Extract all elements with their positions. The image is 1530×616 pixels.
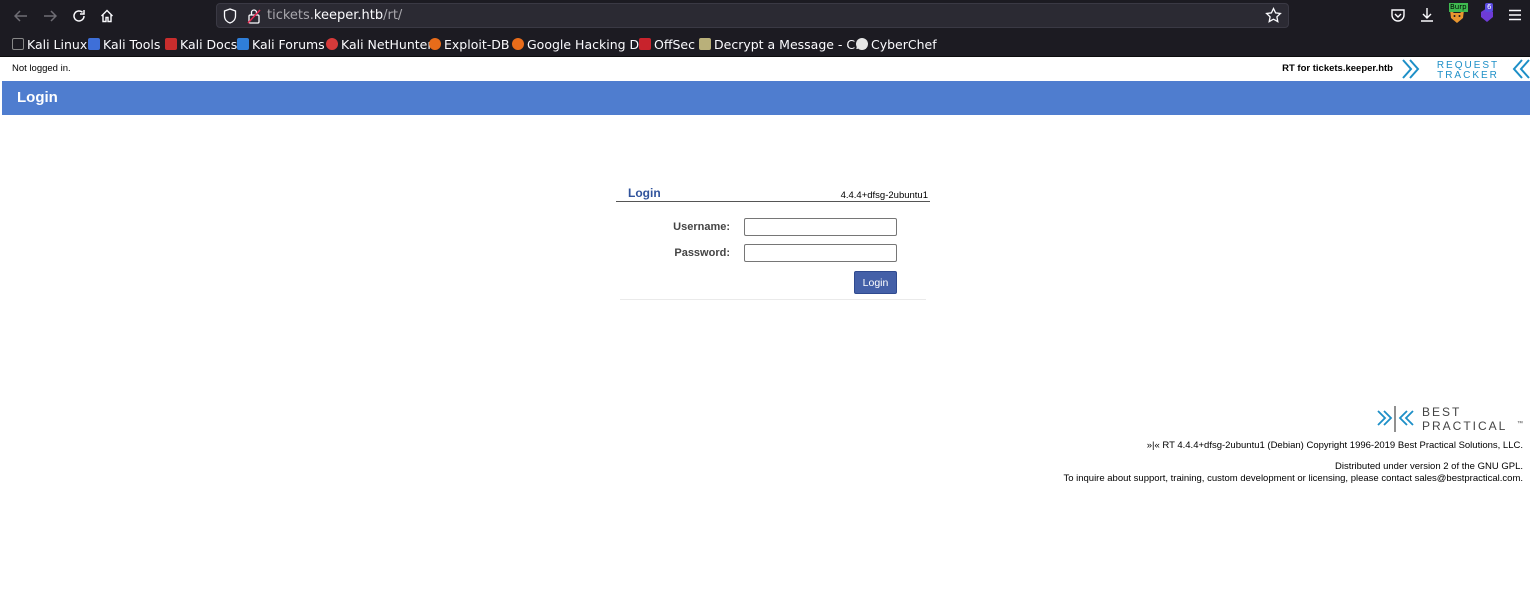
hamburger-menu-icon[interactable] [1506,6,1524,24]
bp-logo-best: BEST [1422,405,1461,419]
bp-logo-trademark: ™ [1517,420,1523,427]
bookmarks-toolbar: Kali Linux Kali Tools Kali Docs Kali For… [0,31,1530,57]
bp-logo-practical: PRACTICAL [1422,419,1507,433]
reload-icon [73,10,85,22]
offsec-icon [639,38,651,50]
rt-instance-name: RT for tickets.keeper.htb [1282,63,1393,74]
bookmark-label: Kali Forums [252,36,325,52]
login-box-title: Login [628,186,661,200]
bookmark-label: Kali Tools [103,36,161,52]
forward-button[interactable] [40,6,60,26]
bookmark-label: Exploit-DB [444,36,510,52]
bookmark-label: Google Hacking DB [527,36,648,52]
bookmark-offsec[interactable]: OffSec [639,36,695,52]
password-label: Password: [674,247,730,259]
bookmark-exploit-db[interactable]: Exploit-DB [429,36,509,52]
login-box-bottom-border [620,299,926,300]
bookmark-label: CyberChef [871,36,937,52]
title-divider [616,201,930,202]
url-prefix: tickets. [267,8,314,23]
url-text[interactable]: tickets.keeper.htb/rt/ [267,8,402,23]
home-icon [101,9,113,23]
url-path: /rt/ [383,8,403,23]
login-box: Login 4.4.4+dfsg-2ubuntu1 Username: Pass… [616,185,930,301]
bookmark-label: Kali Docs [180,36,238,52]
insecure-lock-icon[interactable] [247,8,261,24]
ghdb-icon [512,38,524,50]
page-header: Login [2,81,1530,115]
page-content: Not logged in. RT for tickets.keeper.htb… [2,57,1530,616]
footer-license: Distributed under version 2 of the GNU G… [1335,461,1523,472]
url-host: keeper.htb [313,8,384,23]
request-tracker-logo[interactable]: REQUEST TRACKER [1402,58,1530,80]
bookmark-label: Kali NetHunter [341,36,433,52]
browser-toolbar: tickets.keeper.htb/rt/ Burp 6 [0,0,1530,31]
burp-badge: Burp [1449,3,1468,12]
kali-nethunter-icon [326,38,338,50]
kali-docs-icon [165,38,177,50]
reload-button[interactable] [69,6,89,26]
rt-version: 4.4.4+dfsg-2ubuntu1 [840,190,928,201]
tracking-shield-icon[interactable] [223,8,237,24]
exploit-db-icon [429,38,441,50]
decrypt-icon [699,38,711,50]
password-input[interactable] [744,244,897,262]
bookmark-label: Decrypt a Message - C... [714,36,868,52]
logo-tracker-text: TRACKER [1437,70,1499,80]
bookmark-cyberchef[interactable]: CyberChef [856,36,937,52]
back-button[interactable] [11,6,31,26]
cyberchef-icon [856,38,868,50]
extension-badge: 6 [1485,3,1494,12]
bookmark-kali-linux[interactable]: Kali Linux [12,36,87,52]
page-title: Login [17,89,58,106]
foxyproxy-extension-icon[interactable]: Burp [1447,3,1468,25]
bookmark-label: OffSec [654,36,695,52]
kali-tools-icon [88,38,100,50]
username-label: Username: [673,221,730,233]
bookmark-label: Kali Linux [27,36,88,52]
kali-dragon-icon [12,38,24,50]
downloads-icon[interactable] [1418,6,1436,24]
pocket-icon[interactable] [1389,6,1407,24]
address-bar[interactable]: tickets.keeper.htb/rt/ [216,3,1289,28]
extension-icon[interactable]: 6 [1477,3,1497,25]
bookmark-kali-forums[interactable]: Kali Forums [237,36,325,52]
rt-top-bar: Not logged in. RT for tickets.keeper.htb… [2,57,1530,81]
login-button[interactable]: Login [854,271,897,294]
kali-forums-icon [237,38,249,50]
footer-copyright: »|« RT 4.4.4+dfsg-2ubuntu1 (Debian) Copy… [1146,440,1523,451]
bookmark-kali-docs[interactable]: Kali Docs [165,36,237,52]
bookmark-decrypt-message[interactable]: Decrypt a Message - C... [699,36,867,52]
back-arrow-icon [14,10,27,22]
forward-arrow-icon [44,10,57,22]
bookmark-kali-tools[interactable]: Kali Tools [88,36,160,52]
login-status-text: Not logged in. [12,63,71,74]
bookmark-star-icon[interactable] [1265,7,1282,24]
username-input[interactable] [744,218,897,236]
best-practical-logo[interactable]: BEST PRACTICAL ™ [1376,405,1524,433]
home-button[interactable] [97,6,117,26]
footer-contact: To inquire about support, training, cust… [1063,473,1523,484]
bookmark-kali-nethunter[interactable]: Kali NetHunter [326,36,432,52]
bookmark-google-hacking-db[interactable]: Google Hacking DB [512,36,648,52]
